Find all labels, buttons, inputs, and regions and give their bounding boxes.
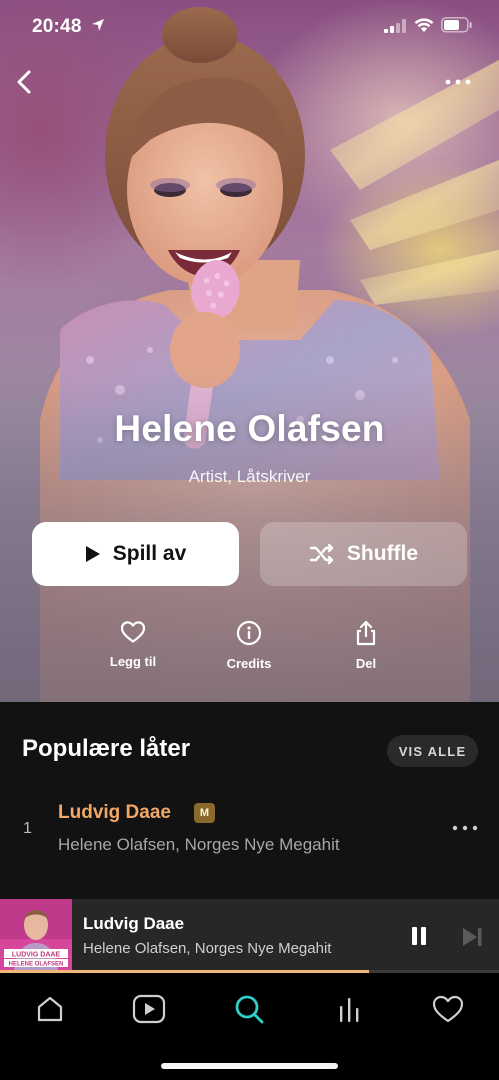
tab-bar <box>0 973 499 1080</box>
search-icon <box>235 995 264 1024</box>
share-button[interactable]: Del <box>316 620 416 680</box>
track-title: Ludvig Daae <box>58 802 171 823</box>
location-arrow-icon <box>92 19 104 31</box>
artist-name: Helene Olafsen <box>114 408 385 449</box>
skip-next-icon[interactable] <box>460 926 484 948</box>
heart-outline-icon <box>432 995 464 1023</box>
tab-my-music[interactable] <box>329 989 369 1029</box>
track-artists: Helene Olafsen, Norges Nye Megahit <box>58 835 340 854</box>
album-cover-artist: HELENE OLAFSEN <box>9 962 64 968</box>
tab-videos[interactable] <box>129 989 169 1029</box>
status-bar: 20:48 <box>0 0 499 54</box>
popular-tracks-section: Populære låter VIS ALLE 1 Ludvig Daae M … <box>0 702 499 899</box>
ellipsis-icon[interactable] <box>444 72 472 92</box>
track-row[interactable]: 1 Ludvig Daae M Helene Olafsen, Norges N… <box>0 790 499 862</box>
add-to-favorites-button[interactable]: Legg til <box>83 620 183 680</box>
now-playing-artists: Helene Olafsen, Norges Nye Megahit <box>83 940 332 957</box>
section-title: Populære låter <box>22 735 191 762</box>
play-icon <box>85 546 100 562</box>
play-button-label: Spill av <box>112 542 187 565</box>
battery-icon <box>441 17 472 33</box>
home-icon <box>37 996 63 1022</box>
tab-search[interactable] <box>229 989 269 1029</box>
shuffle-button-label: Shuffle <box>346 542 419 565</box>
album-cover: LUDVIG DAAE HELENE OLAFSEN <box>0 899 72 972</box>
cellular-signal-icon <box>384 19 406 33</box>
wifi-icon <box>414 18 434 32</box>
artist-roles: Artist, Låtskriver <box>188 467 311 486</box>
library-bars-icon <box>340 998 359 1022</box>
info-circle-icon <box>236 620 262 646</box>
home-indicator <box>161 1063 338 1069</box>
shuffle-icon <box>309 543 334 565</box>
ellipsis-icon[interactable] <box>452 824 478 832</box>
now-playing-title: Ludvig Daae <box>83 914 185 933</box>
tab-home[interactable] <box>30 989 70 1029</box>
tab-favorites[interactable] <box>428 989 468 1029</box>
play-button[interactable]: Spill av <box>32 522 239 586</box>
play-square-icon <box>132 994 166 1024</box>
see-all-button[interactable]: VIS ALLE <box>387 735 478 767</box>
status-time: 20:48 <box>32 16 82 37</box>
credits-label: Credits <box>226 656 272 671</box>
master-quality-badge: M <box>194 803 215 823</box>
artist-hero <box>0 0 499 702</box>
share-label: Del <box>355 656 377 671</box>
chevron-left-icon[interactable] <box>12 68 36 96</box>
album-cover-title: LUDVIG DAAE <box>12 952 61 959</box>
add-to-favorites-label: Legg til <box>109 654 157 669</box>
heart-outline-icon <box>120 621 146 643</box>
credits-button[interactable]: Credits <box>199 620 299 680</box>
pause-icon[interactable] <box>404 923 434 949</box>
share-icon <box>356 620 376 646</box>
mini-player[interactable]: LUDVIG DAAE HELENE OLAFSEN Ludvig Daae H… <box>0 899 499 972</box>
track-number: 1 <box>23 820 32 837</box>
shuffle-button[interactable]: Shuffle <box>260 522 467 586</box>
